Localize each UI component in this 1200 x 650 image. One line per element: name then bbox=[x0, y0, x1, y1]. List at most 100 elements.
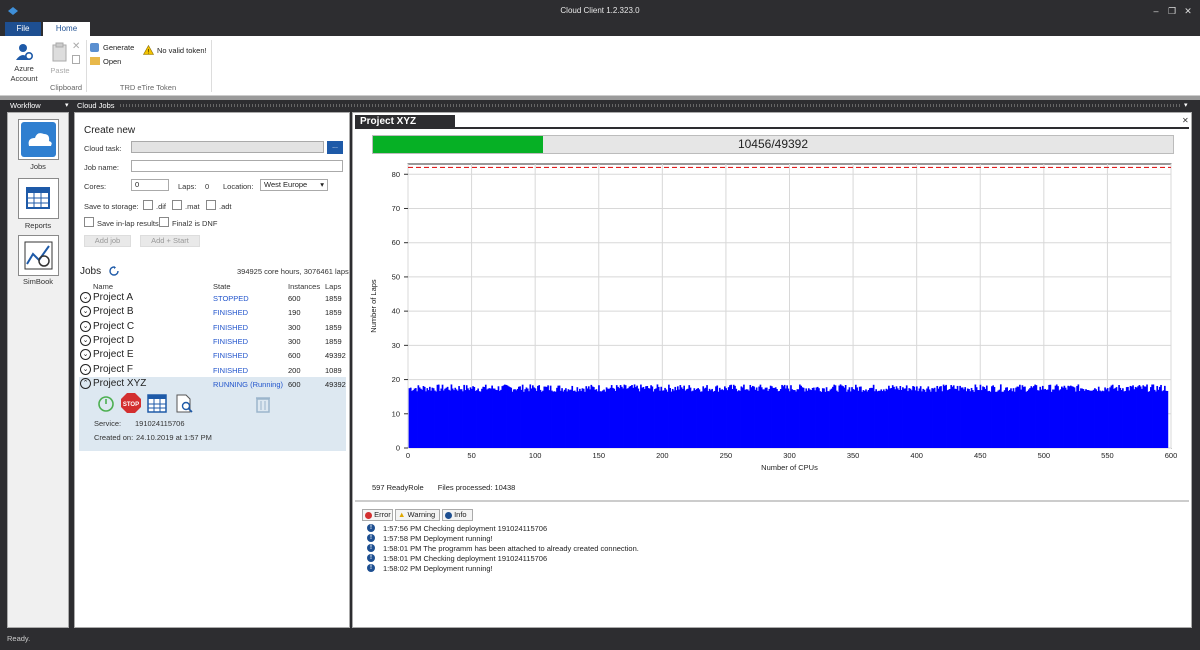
laps-chart: 0 50 100 150 200 250 300 350 400 450 500 550 600 0 10 2… bbox=[369, 163, 1177, 472]
job-name-label: Job name: bbox=[84, 163, 120, 172]
collapse-icon[interactable]: ⌃ bbox=[80, 378, 91, 389]
add-job-button[interactable]: Add job bbox=[84, 235, 131, 247]
tab-home[interactable]: Home bbox=[43, 22, 90, 36]
location-select[interactable]: West Europe ▾ bbox=[260, 179, 328, 191]
log-text: 1:58:02 PM Deployment running! bbox=[383, 564, 493, 573]
log-text: 1:58:01 PM The programm has been attache… bbox=[383, 544, 639, 553]
laps-label: Laps: bbox=[178, 182, 197, 191]
table-icon bbox=[26, 187, 50, 209]
svg-text:STOP: STOP bbox=[123, 402, 139, 408]
y-tick-label: 30 bbox=[392, 341, 400, 350]
dif-label: .dif bbox=[156, 202, 167, 211]
expand-icon[interactable]: ⌄ bbox=[80, 292, 91, 303]
adt-checkbox[interactable] bbox=[206, 200, 216, 210]
add-start-button[interactable]: Add + Start bbox=[140, 235, 200, 247]
job-laps: 1859 bbox=[325, 337, 342, 346]
generate-button[interactable]: Generate bbox=[90, 42, 138, 53]
cores-field[interactable]: 0 bbox=[131, 179, 169, 191]
workflow-simbook-button[interactable] bbox=[18, 235, 59, 276]
browse-button[interactable]: ... bbox=[327, 141, 343, 154]
expand-icon[interactable]: ⌄ bbox=[80, 321, 91, 332]
job-laps: 1859 bbox=[325, 308, 342, 317]
minimize-button[interactable]: – bbox=[1150, 5, 1162, 17]
ready-role-text: 597 ReadyRole bbox=[372, 483, 424, 492]
workflow-panel-header: Workflow ▾ bbox=[7, 100, 69, 111]
workflow-simbook-label: SimBook bbox=[22, 277, 53, 286]
table-row[interactable]: ⌄ Project F FINISHED 200 1089 bbox=[80, 363, 346, 377]
refresh-icon[interactable] bbox=[109, 266, 119, 276]
expand-icon[interactable]: ⌄ bbox=[80, 335, 91, 346]
window-title: Cloud Client 1.2.323.0 bbox=[560, 6, 640, 15]
job-state: FINISHED bbox=[213, 308, 249, 317]
x-tick-label: 250 bbox=[720, 451, 733, 460]
document-search-icon[interactable] bbox=[175, 394, 195, 414]
open-button[interactable]: Open bbox=[90, 56, 138, 67]
column-state: State bbox=[213, 282, 231, 291]
open-label: Open bbox=[103, 57, 122, 66]
info-filter-button[interactable]: Info bbox=[442, 509, 473, 521]
project-status-row: 597 ReadyRole Files processed: 10438 bbox=[372, 483, 515, 492]
final2-checkbox[interactable] bbox=[159, 217, 169, 227]
cloud-task-field[interactable] bbox=[131, 141, 324, 153]
paste-button[interactable]: Paste bbox=[50, 40, 70, 76]
clipboard-icon bbox=[52, 42, 67, 62]
cloud-task-label: Cloud task: bbox=[84, 144, 122, 153]
job-state: FINISHED bbox=[213, 351, 249, 360]
close-tab-icon[interactable]: ✕ bbox=[1182, 116, 1189, 125]
cut-icon[interactable]: ✕ bbox=[72, 41, 80, 52]
dif-checkbox[interactable] bbox=[143, 200, 153, 210]
status-text: Ready. bbox=[7, 634, 31, 643]
table-row[interactable]: ⌄ Project A STOPPED 600 1859 bbox=[80, 291, 346, 305]
job-instances: 600 bbox=[288, 294, 301, 303]
table-icon[interactable] bbox=[147, 394, 167, 413]
job-instances: 190 bbox=[288, 308, 301, 317]
error-icon bbox=[365, 511, 372, 519]
log-text: 1:57:58 PM Deployment running! bbox=[383, 534, 493, 543]
location-value: West Europe bbox=[264, 180, 308, 189]
job-name: Project E bbox=[93, 349, 134, 360]
column-name: Name bbox=[93, 282, 114, 291]
stop-icon[interactable]: STOP bbox=[121, 393, 141, 413]
save-inlap-checkbox[interactable] bbox=[84, 217, 94, 227]
job-name: Project XYZ bbox=[93, 378, 147, 389]
log-text: 1:57:56 PM Checking deployment 191024115… bbox=[383, 524, 548, 533]
x-tick-label: 300 bbox=[783, 451, 796, 460]
workflow-jobs-button[interactable] bbox=[18, 119, 59, 160]
expand-icon[interactable]: ⌄ bbox=[80, 306, 91, 317]
tab-project-xyz[interactable]: Project XYZ bbox=[355, 115, 455, 128]
job-name-field[interactable] bbox=[131, 160, 343, 172]
maximize-button[interactable]: ❐ bbox=[1166, 5, 1178, 17]
azure-account-button[interactable]: Azure Account bbox=[8, 40, 40, 88]
copy-icon[interactable] bbox=[72, 55, 80, 64]
mat-checkbox[interactable] bbox=[172, 200, 182, 210]
created-value: 24.10.2019 at 1:57 PM bbox=[136, 433, 212, 442]
timer-icon[interactable] bbox=[97, 394, 115, 412]
y-tick-label: 80 bbox=[392, 170, 400, 179]
y-tick-label: 40 bbox=[392, 307, 400, 316]
expand-icon[interactable]: ⌄ bbox=[80, 349, 91, 360]
workflow-reports-button[interactable] bbox=[18, 178, 59, 219]
error-filter-button[interactable]: Error bbox=[362, 509, 393, 521]
table-row[interactable]: ⌄ Project C FINISHED 300 1859 bbox=[80, 320, 346, 334]
status-bar: Ready. bbox=[0, 632, 1200, 650]
dropdown-icon[interactable]: ▾ bbox=[1184, 100, 1188, 111]
dropdown-icon[interactable]: ▾ bbox=[65, 100, 69, 111]
table-row[interactable]: ⌄ Project D FINISHED 300 1859 bbox=[80, 334, 346, 348]
y-tick-label: 10 bbox=[392, 409, 400, 418]
expand-icon[interactable]: ⌄ bbox=[80, 364, 91, 375]
x-tick-label: 150 bbox=[592, 451, 605, 460]
progress-text: 10456/49392 bbox=[737, 137, 809, 151]
cloud-jobs-pane: Create new Cloud task: ... Job name: Cor… bbox=[74, 112, 350, 628]
table-row[interactable]: ⌄ Project E FINISHED 600 49392 bbox=[80, 348, 346, 362]
close-button[interactable]: ✕ bbox=[1182, 5, 1194, 17]
table-row-selected[interactable]: ⌃ Project XYZ RUNNING (Running) 600 4939… bbox=[80, 377, 346, 391]
warning-filter-button[interactable]: ▲ Warning bbox=[395, 509, 440, 521]
create-new-heading: Create new bbox=[84, 125, 136, 136]
generate-icon bbox=[90, 43, 99, 52]
adt-label: .adt bbox=[219, 202, 232, 211]
table-row[interactable]: ⌄ Project B FINISHED 190 1859 bbox=[80, 305, 346, 319]
job-state: RUNNING (Running) bbox=[213, 380, 284, 389]
job-name: Project B bbox=[93, 306, 134, 317]
trash-icon[interactable] bbox=[255, 395, 271, 413]
tab-file[interactable]: File bbox=[5, 22, 41, 36]
